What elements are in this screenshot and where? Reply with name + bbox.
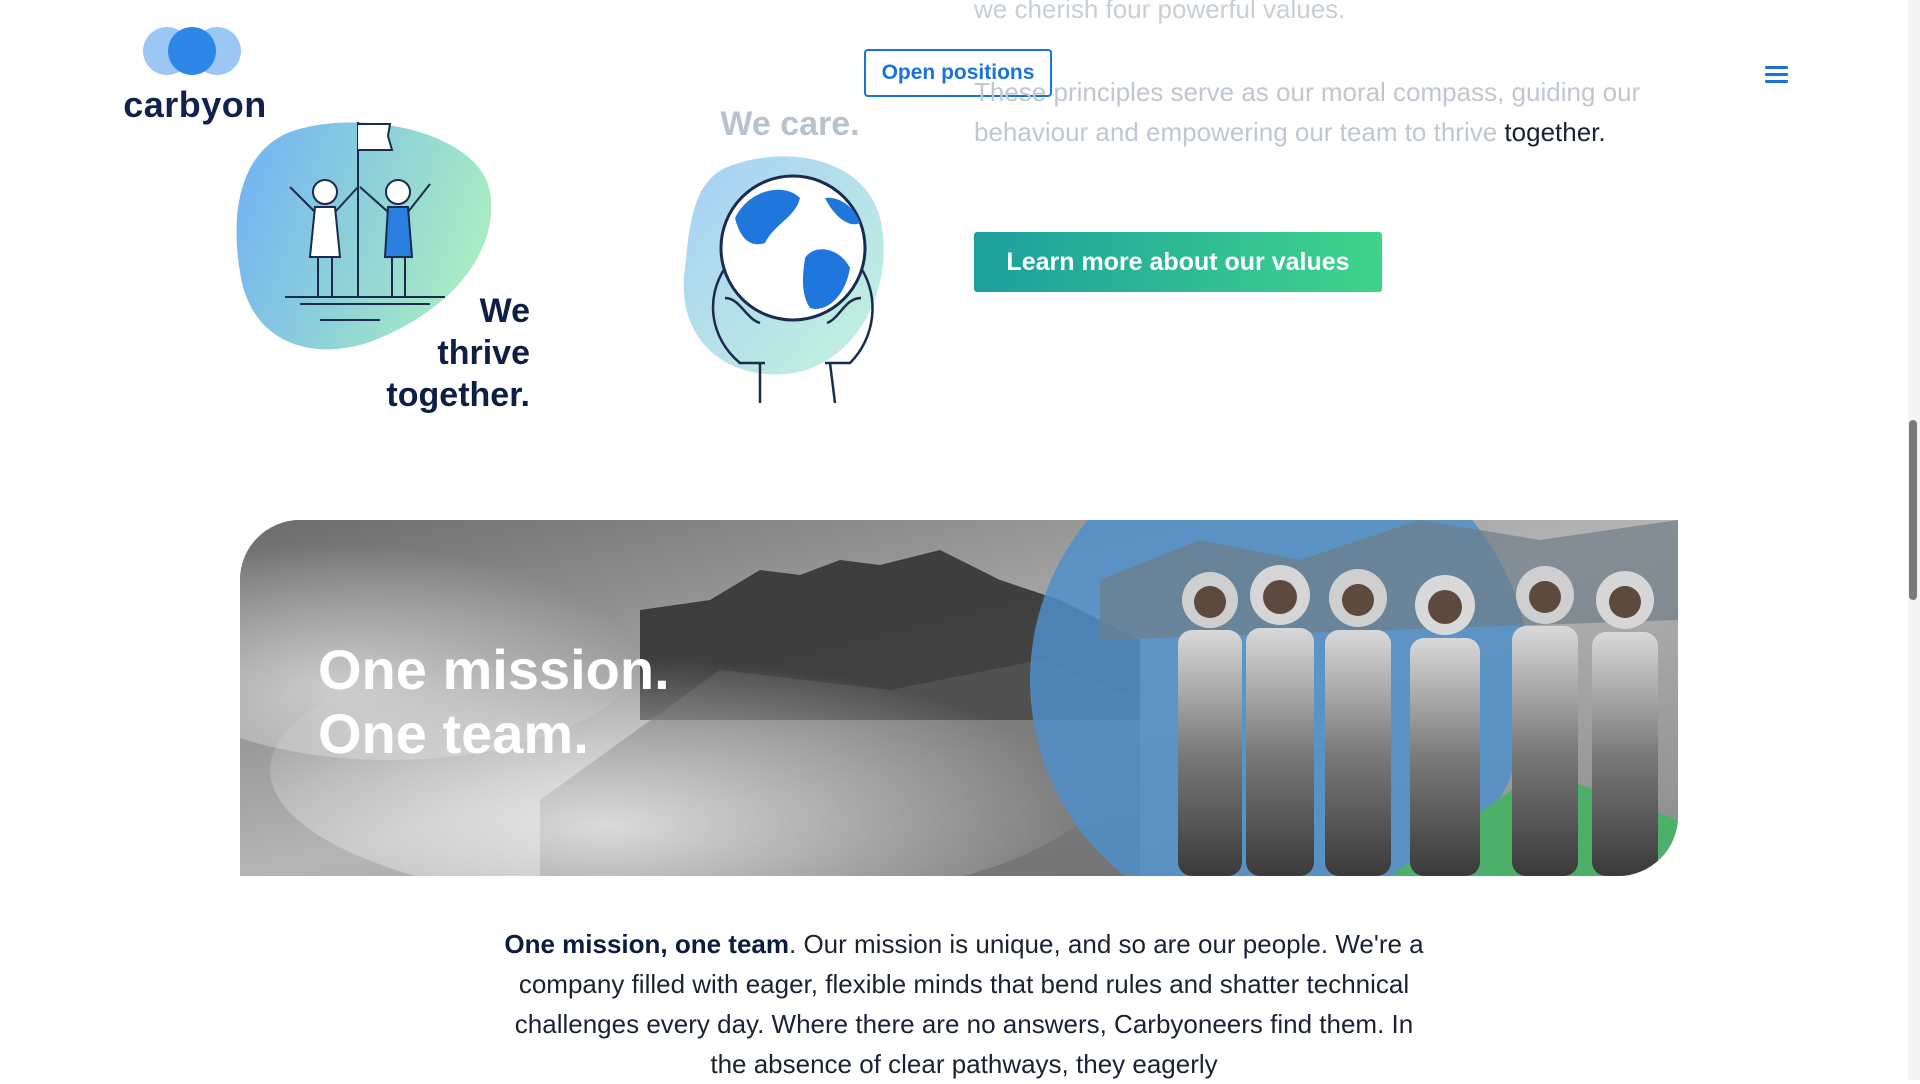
mission-paragraph: One mission, one team. Our mission is un… (504, 924, 1424, 1084)
values-paragraph: These principles serve as our moral comp… (974, 72, 1694, 152)
carbyon-logo[interactable]: carbyon (120, 24, 270, 125)
values-paragraph-end: together. (1504, 117, 1606, 147)
scrollbar-thumb[interactable] (1909, 420, 1917, 600)
thrive-together-caption: We thrive together. (340, 290, 530, 416)
thrive-line-3: together. (386, 376, 530, 414)
banner-heading-line-1: One mission. (318, 638, 670, 701)
mission-lead: One mission, one team (504, 929, 790, 959)
values-intro-line: we cherish four powerful values. (974, 0, 1346, 24)
hamburger-menu-icon[interactable] (1762, 62, 1792, 88)
learn-more-values-button[interactable]: Learn more about our values (974, 232, 1382, 292)
thrive-line-1: We (479, 292, 530, 330)
mission-banner: One mission. One team. (240, 520, 1678, 876)
we-care-globe-illustration (683, 156, 884, 404)
logo-circles-icon (143, 27, 241, 75)
thrive-line-2: thrive (437, 334, 530, 372)
banner-heading: One mission. One team. (318, 638, 818, 766)
banner-heading-line-2: One team. (318, 702, 589, 765)
we-care-title: We care. (720, 105, 860, 143)
